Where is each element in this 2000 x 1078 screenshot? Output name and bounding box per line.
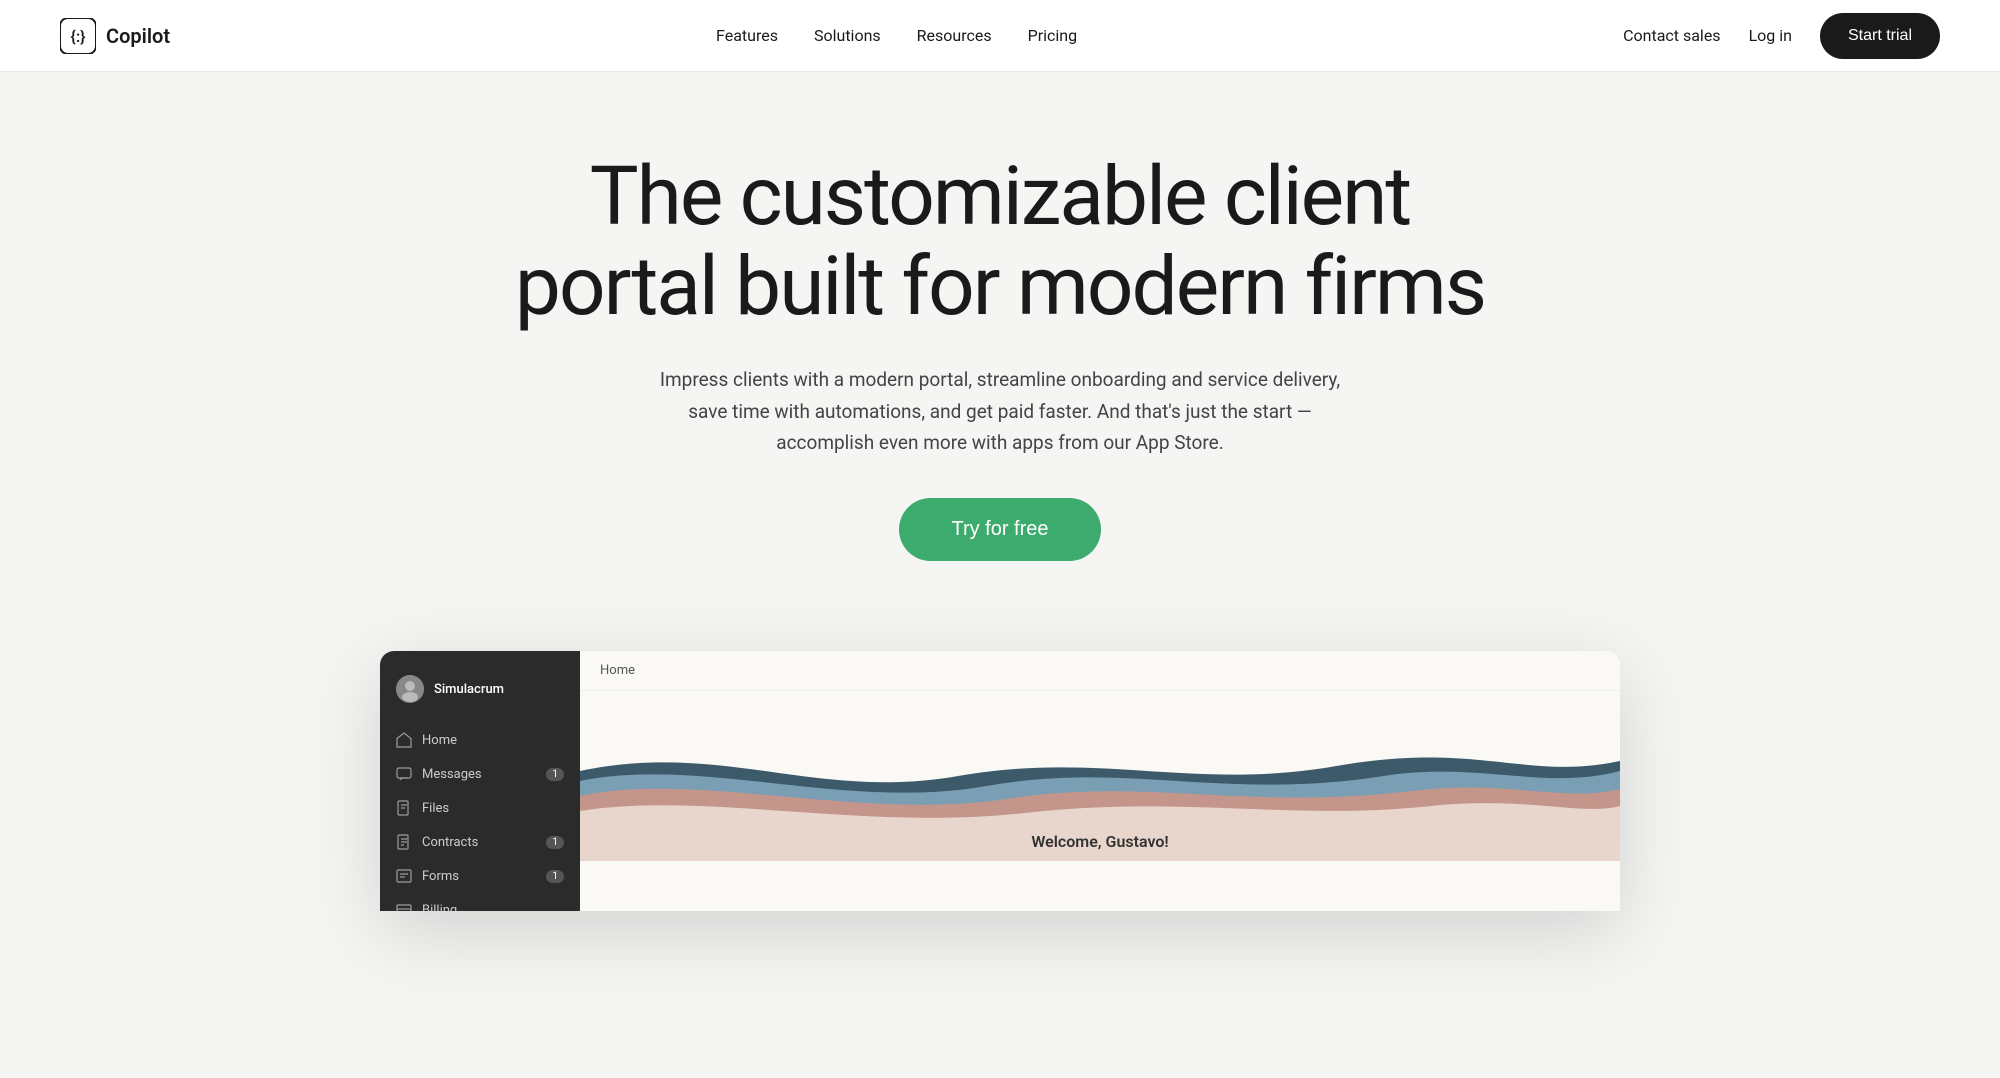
messages-badge: 1 xyxy=(546,768,564,781)
sidebar-header: Simulacrum xyxy=(380,667,580,723)
try-for-free-button[interactable]: Try for free xyxy=(899,498,1100,561)
brand-name: Copilot xyxy=(106,24,170,48)
sidebar-label-contracts: Contracts xyxy=(422,835,478,850)
dashboard-window: Simulacrum Home Messages 1 xyxy=(380,651,1620,911)
sidebar-item-messages[interactable]: Messages 1 xyxy=(380,757,580,791)
dashboard-sidebar: Simulacrum Home Messages 1 xyxy=(380,651,580,911)
company-name: Simulacrum xyxy=(434,682,504,697)
messages-icon xyxy=(396,766,412,782)
sidebar-label-messages: Messages xyxy=(422,767,482,782)
navbar: {:} Copilot Features Solutions Resources… xyxy=(0,0,2000,72)
hero-title: The customizable client portal built for… xyxy=(490,152,1510,332)
contact-sales-link[interactable]: Contact sales xyxy=(1623,26,1720,45)
company-avatar xyxy=(396,675,424,703)
sidebar-label-files: Files xyxy=(422,801,449,816)
sidebar-item-billing[interactable]: Billing xyxy=(380,893,580,911)
contracts-badge: 1 xyxy=(546,836,564,849)
sidebar-item-contracts[interactable]: Contracts 1 xyxy=(380,825,580,859)
topbar-label: Home xyxy=(600,663,635,678)
copilot-logo-icon: {:} xyxy=(60,18,96,54)
contracts-icon xyxy=(396,834,412,850)
nav-features[interactable]: Features xyxy=(716,26,778,45)
sidebar-label-billing: Billing xyxy=(422,903,457,912)
dashboard-preview: Simulacrum Home Messages 1 xyxy=(340,651,1660,911)
sidebar-item-files[interactable]: Files xyxy=(380,791,580,825)
welcome-message: Welcome, Gustavo! xyxy=(1031,832,1168,851)
billing-icon xyxy=(396,902,412,911)
hero-subtitle: Impress clients with a modern portal, st… xyxy=(640,364,1360,458)
nav-resources[interactable]: Resources xyxy=(917,26,992,45)
files-icon xyxy=(396,800,412,816)
start-trial-button[interactable]: Start trial xyxy=(1820,13,1940,59)
sidebar-item-forms[interactable]: Forms 1 xyxy=(380,859,580,893)
nav-links: Features Solutions Resources Pricing xyxy=(716,26,1077,45)
hero-section: The customizable client portal built for… xyxy=(450,72,1550,601)
brand-logo[interactable]: {:} Copilot xyxy=(60,18,170,54)
dashboard-main: Home Welcome, Gustavo! xyxy=(580,651,1620,911)
svg-text:{:}: {:} xyxy=(71,27,86,46)
nav-pricing[interactable]: Pricing xyxy=(1028,26,1078,45)
sidebar-label-home: Home xyxy=(422,733,457,748)
sidebar-label-forms: Forms xyxy=(422,869,459,884)
forms-badge: 1 xyxy=(546,870,564,883)
login-link[interactable]: Log in xyxy=(1749,26,1792,45)
sidebar-item-home[interactable]: Home xyxy=(380,723,580,757)
dashboard-topbar: Home xyxy=(580,651,1620,691)
home-icon xyxy=(396,732,412,748)
dashboard-chart: Welcome, Gustavo! xyxy=(580,691,1620,861)
nav-solutions[interactable]: Solutions xyxy=(814,26,881,45)
forms-icon xyxy=(396,868,412,884)
nav-right: Contact sales Log in Start trial xyxy=(1623,13,1940,59)
